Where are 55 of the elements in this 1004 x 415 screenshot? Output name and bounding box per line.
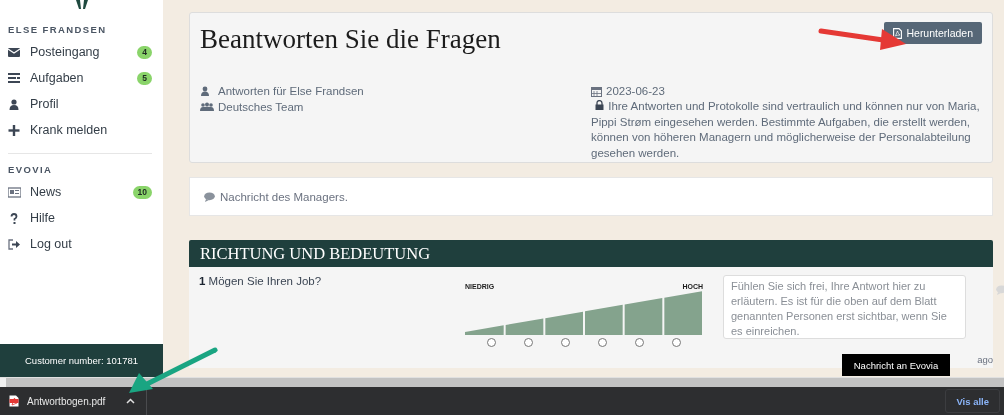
sidebar-item[interactable]: Krank melden: [0, 117, 163, 143]
section-heading: ELSE FRANDSEN: [8, 24, 108, 35]
item-label: News: [30, 185, 63, 199]
sidebar-item[interactable]: Hilfe: [0, 205, 163, 231]
lock-icon: [595, 100, 604, 110]
rating-radio[interactable]: [598, 338, 607, 347]
sidebar-item[interactable]: News 10: [0, 179, 163, 205]
sidebar-item[interactable]: Aufgaben 5: [0, 65, 163, 91]
pdf-file-icon: [9, 395, 19, 407]
count-badge: 4: [137, 45, 152, 59]
newspaper-icon: [8, 186, 21, 198]
page-title: Beantworten Sie die Fragen: [200, 24, 501, 55]
question-text: 1 Mögen Sie Ihren Job?: [199, 275, 323, 289]
date-text: 2023-06-23: [606, 85, 665, 97]
sidebar-item[interactable]: Log out: [0, 231, 163, 257]
calendar-icon: [591, 85, 602, 97]
sidebar-item[interactable]: Posteingang 4: [0, 39, 163, 65]
item-label: Aufgaben: [30, 71, 85, 85]
meta-text: Antworten für Else Frandsen: [218, 85, 364, 97]
timestamp-text: ago: [977, 354, 993, 365]
section-header: RICHTUNG UND BEDEUTUNG: [189, 240, 993, 267]
message-text: Nachricht des Managers.: [220, 190, 348, 203]
file-name: Antwortbogen.pdf: [27, 395, 107, 407]
envelope-icon: [8, 46, 21, 58]
rating-radio[interactable]: [487, 338, 496, 347]
list-icon: [8, 72, 21, 84]
speech-bubble-icon: [995, 285, 1004, 295]
speech-bubble-icon: [204, 191, 215, 202]
item-label: Posteingang: [30, 45, 101, 59]
rating-radio[interactable]: [561, 338, 570, 347]
count-badge: 5: [137, 71, 152, 85]
item-label: Log out: [30, 237, 73, 251]
message-button[interactable]: Nachricht an Evovia: [842, 354, 950, 376]
count-badge: 10: [132, 185, 152, 199]
pdf-file-icon: [893, 27, 903, 39]
item-label: Profil: [30, 97, 60, 111]
plus-icon: [8, 124, 21, 136]
rating-radio[interactable]: [672, 338, 681, 347]
customer-number: Customer number: 101781: [0, 344, 163, 377]
item-label: Hilfe: [30, 211, 56, 225]
rating-radio[interactable]: [524, 338, 533, 347]
section-heading: EVOVIA: [8, 164, 54, 175]
comment-field[interactable]: Fühlen Sie sich frei, Ihre Antwort hier zu erläutern. Es ist für die oben auf dem Blatt genannten Personen erst sichtbar, wenn Sie es einreichen.: [723, 275, 966, 339]
user-icon: [8, 98, 21, 110]
download-button[interactable]: Herunterladen: [884, 22, 982, 44]
sidebar-item[interactable]: Profil: [0, 91, 163, 117]
show-all-button[interactable]: Vis alle: [945, 389, 1000, 413]
logout-icon: [8, 238, 21, 250]
meta-text: Deutsches Team: [218, 101, 304, 113]
privacy-notice: Ihre Antworten und Protokolle sind vertraulich und können nur von Maria, Pippi Strøm eingesehen werden. Bestimmte Aufgaben, die erstellt werden, können von höheren Managern und möglicherweise der Personalabteilung gesehen werden.: [591, 99, 981, 161]
chevron-up-icon: [126, 398, 135, 404]
horizontal-scrollbar[interactable]: [0, 377, 1004, 387]
group-icon: [200, 102, 214, 112]
rating-radio[interactable]: [635, 338, 644, 347]
item-label: Krank melden: [30, 123, 109, 137]
